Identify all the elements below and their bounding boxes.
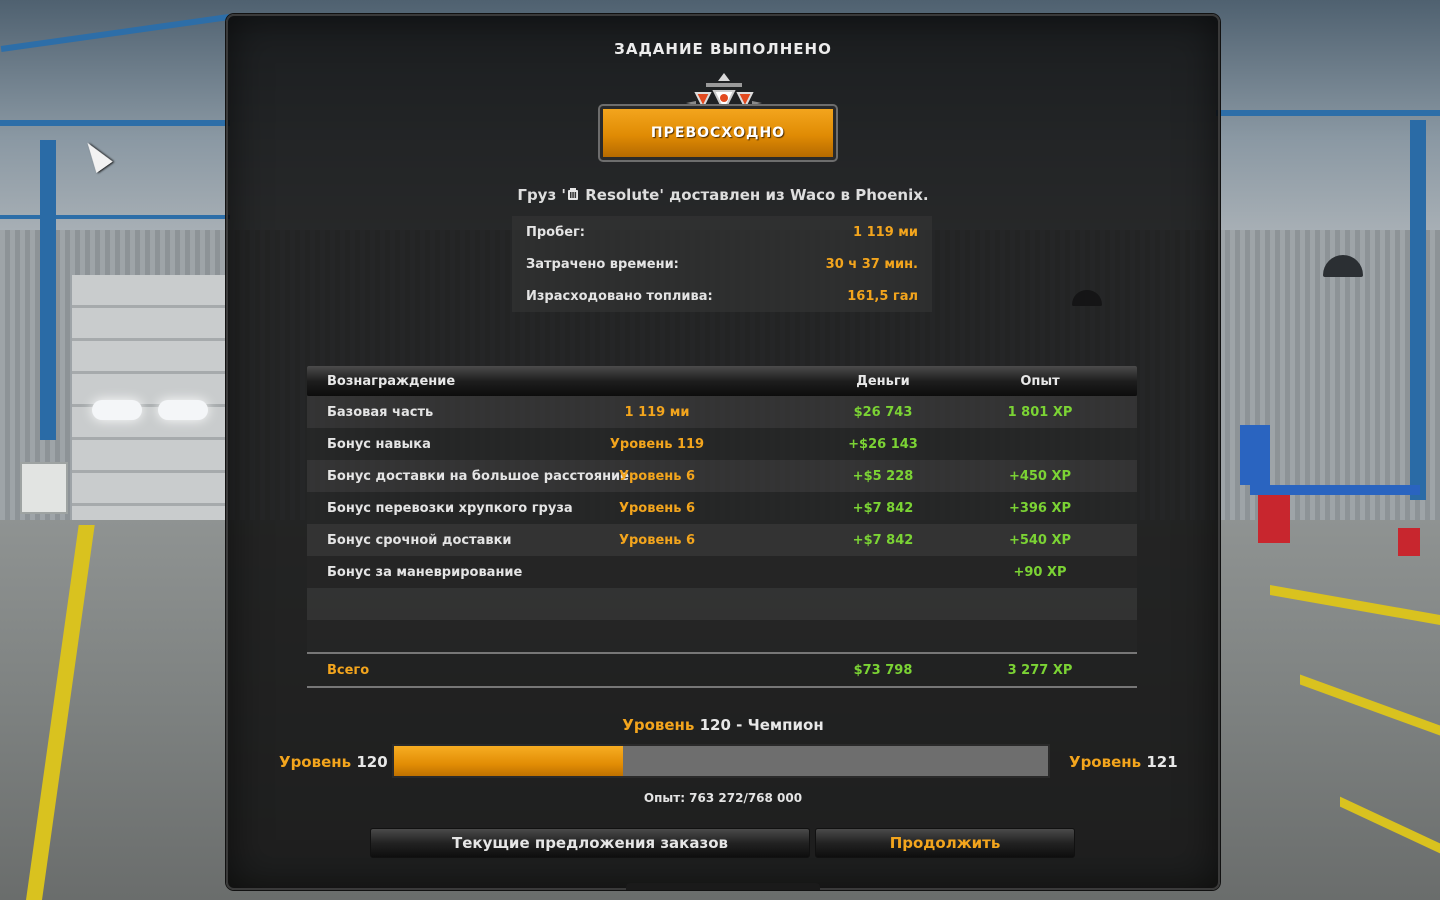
rating-badge: ПРЕВОСХОДНО: [598, 104, 838, 162]
row-name: Бонус срочной доставки: [327, 532, 512, 548]
row-xp: +540 XP: [1008, 532, 1072, 548]
row-money: +$7 842: [852, 532, 914, 548]
level-current-label: Уровень 120: [279, 753, 388, 771]
level-current-number: 120: [356, 753, 388, 771]
trip-stats: Пробег: 1 119 ми Затрачено времени: 30 ч…: [512, 216, 932, 312]
table-row: Бонус доставки на большое расстояние Уро…: [307, 460, 1137, 492]
workbench-rack: [1240, 425, 1270, 485]
stat-time: Затрачено времени: 30 ч 37 мин.: [512, 248, 932, 280]
table-row: Бонус срочной доставки Уровень 6 +$7 842…: [307, 524, 1137, 556]
wall-light: [92, 400, 142, 420]
xp-progress-text: Опыт: 763 272/768 000: [643, 791, 803, 805]
cargo-text-suffix: Resolute' доставлен из Waco в Phoenix.: [580, 186, 929, 204]
level-progress-fill: [394, 746, 623, 776]
table-row: Бонус за маневрирование +90 XP: [307, 556, 1137, 588]
header-xp: Опыт: [1020, 373, 1060, 389]
table-row-empty: [307, 588, 1137, 620]
row-money: $26 743: [853, 404, 913, 420]
tool-cabinet: [1258, 495, 1290, 543]
garage-door: [72, 275, 227, 520]
workbench-rack: [1250, 485, 1420, 495]
tool-cabinet: [1398, 528, 1420, 556]
total-money: $73 798: [853, 662, 913, 678]
stat-label: Пробег:: [526, 224, 586, 240]
panel-bottom-handle: [626, 883, 820, 890]
cargo-icon: [568, 188, 578, 200]
ceiling-beam: [0, 215, 230, 219]
total-xp: 3 277 XP: [1007, 662, 1073, 678]
level-next-label: Уровень 121: [1069, 753, 1178, 771]
job-completed-panel: ЗАДАНИЕ ВЫПОЛНЕНО ПРЕВОСХОДНО Груз ' Res…: [226, 14, 1220, 890]
level-word: Уровень: [279, 753, 352, 771]
storage-tank: [20, 462, 68, 514]
ceiling-beam: [1216, 110, 1440, 116]
cargo-delivery-line: Груз ' Resolute' доставлен из Waco в Pho…: [228, 186, 1218, 204]
row-xp: +450 XP: [1008, 468, 1072, 484]
rewards-header: Вознаграждение Деньги Опыт: [307, 366, 1137, 396]
level-next-number: 121: [1146, 753, 1178, 771]
header-money: Деньги: [856, 373, 910, 389]
row-name: Бонус навыка: [327, 436, 431, 452]
row-param: Уровень 6: [618, 500, 696, 516]
row-param: Уровень 6: [618, 532, 696, 548]
table-row-empty: [307, 620, 1137, 652]
steel-column: [40, 140, 56, 440]
stat-label: Затрачено времени:: [526, 256, 679, 272]
continue-button[interactable]: Продолжить: [815, 828, 1075, 858]
job-offers-button[interactable]: Текущие предложения заказов: [370, 828, 810, 858]
row-money: +$26 143: [848, 436, 918, 452]
row-xp: +90 XP: [1013, 564, 1067, 580]
header-reward: Вознаграждение: [327, 373, 456, 389]
stat-value: 161,5 гал: [847, 288, 918, 304]
row-param: 1 119 ми: [624, 404, 690, 420]
stat-distance: Пробег: 1 119 ми: [512, 216, 932, 248]
ceiling-beam: [0, 120, 230, 126]
row-xp: 1 801 XP: [1007, 404, 1073, 420]
row-money: +$5 228: [852, 468, 914, 484]
row-param: Уровень 6: [618, 468, 696, 484]
table-row: Базовая часть 1 119 ми $26 743 1 801 XP: [307, 396, 1137, 428]
level-progress-bar: [392, 744, 1050, 778]
cargo-text-prefix: Груз ': [517, 186, 566, 204]
level-word: Уровень: [622, 716, 695, 734]
rewards-table: Вознаграждение Деньги Опыт Базовая часть…: [307, 366, 1137, 688]
level-word: Уровень: [1069, 753, 1142, 771]
row-name: Базовая часть: [327, 404, 434, 420]
row-money: +$7 842: [852, 500, 914, 516]
level-title: Уровень 120 - Чемпион: [228, 716, 1218, 734]
table-row-total: Всего $73 798 3 277 XP: [307, 652, 1137, 688]
table-row: Бонус перевозки хрупкого груза Уровень 6…: [307, 492, 1137, 524]
stat-value: 1 119 ми: [853, 224, 918, 240]
level-current: 120: [699, 716, 731, 734]
row-name: Бонус за маневрирование: [327, 564, 523, 580]
row-name: Бонус перевозки хрупкого груза: [327, 500, 573, 516]
level-rank: - Чемпион: [730, 716, 824, 734]
panel-title: ЗАДАНИЕ ВЫПОЛНЕНО: [614, 40, 832, 58]
row-name: Бонус доставки на большое расстояние: [327, 468, 629, 484]
steel-column: [1410, 120, 1426, 500]
wall-light: [158, 400, 208, 420]
row-xp: +396 XP: [1008, 500, 1072, 516]
stat-label: Израсходовано топлива:: [526, 288, 713, 304]
total-label: Всего: [327, 662, 370, 678]
row-param: Уровень 119: [609, 436, 705, 452]
table-row: Бонус навыка Уровень 119 +$26 143: [307, 428, 1137, 460]
stat-value: 30 ч 37 мин.: [825, 256, 918, 272]
stat-fuel: Израсходовано топлива: 161,5 гал: [512, 280, 932, 312]
